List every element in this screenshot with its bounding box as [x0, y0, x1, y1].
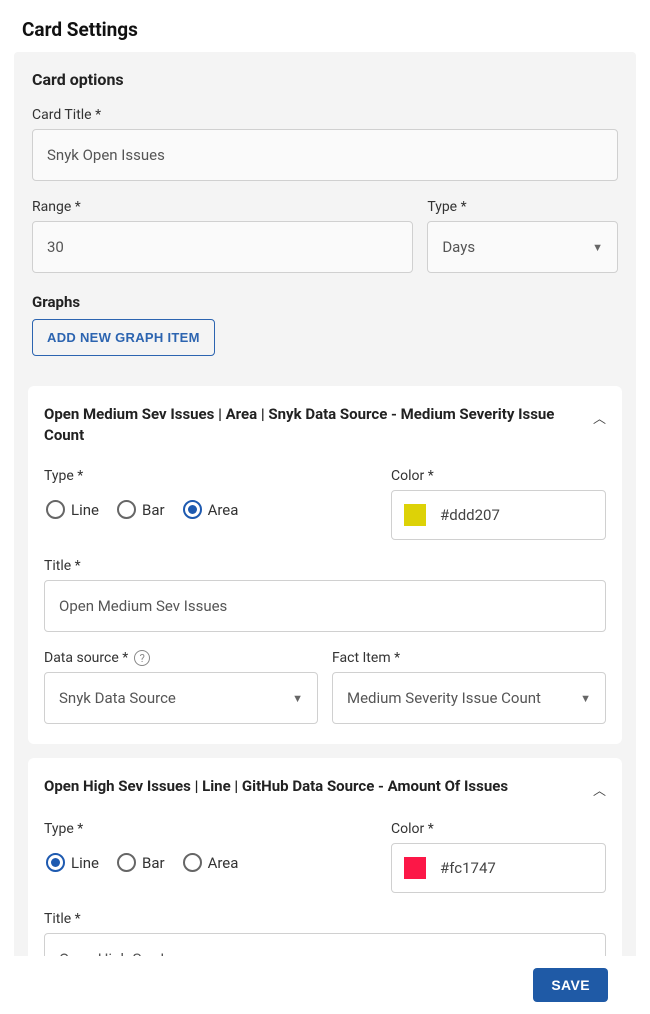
radio-bar-label: Bar: [142, 501, 165, 519]
datasource-value: Snyk Data Source: [59, 689, 176, 707]
radio-bar[interactable]: Bar: [117, 500, 165, 519]
graph-title-label: Title *: [44, 911, 606, 927]
collapse-icon[interactable]: ︿: [593, 780, 606, 799]
radio-line-label: Line: [71, 501, 99, 519]
radio-line-label: Line: [71, 854, 99, 872]
range-type-value: Days: [442, 238, 475, 256]
card-title-value: Snyk Open Issues: [47, 146, 165, 164]
type-label: Type *: [427, 199, 618, 215]
graph-type-label: Type *: [44, 821, 367, 837]
radio-bar-label: Bar: [142, 854, 165, 872]
radio-icon-checked: [46, 853, 65, 872]
graph-title-value: Open Medium Sev Issues: [59, 597, 227, 615]
page-title: Card Settings: [0, 0, 650, 55]
datasource-select[interactable]: Snyk Data Source ▼: [44, 672, 318, 724]
radio-icon: [46, 500, 65, 519]
radio-line[interactable]: Line: [46, 853, 99, 872]
graph-item-header: Open High Sev Issues | Line | GitHub Dat…: [44, 776, 583, 797]
factitem-label: Fact Item *: [332, 650, 606, 666]
scroll-area[interactable]: Card options Card Title * Snyk Open Issu…: [14, 52, 636, 956]
add-graph-item-button[interactable]: ADD NEW GRAPH ITEM: [32, 319, 215, 356]
color-value: #ddd207: [440, 506, 500, 524]
chevron-down-icon: ▼: [580, 692, 591, 705]
range-label: Range *: [32, 199, 413, 215]
color-label: Color *: [391, 468, 606, 484]
graph-title-input[interactable]: Open High Sev Issues: [44, 933, 606, 956]
range-input[interactable]: 30: [32, 221, 413, 273]
graphs-label: Graphs: [32, 293, 618, 311]
radio-area[interactable]: Area: [183, 500, 239, 519]
graph-item-panel: Open Medium Sev Issues | Area | Snyk Dat…: [28, 386, 622, 744]
help-icon[interactable]: ?: [134, 650, 150, 666]
radio-line[interactable]: Line: [46, 500, 99, 519]
chevron-down-icon: ▼: [292, 692, 303, 705]
range-type-select[interactable]: Days ▼: [427, 221, 618, 273]
card-title-label: Card Title *: [32, 107, 618, 123]
range-value: 30: [47, 238, 64, 256]
datasource-label: Data source * ?: [44, 650, 318, 666]
radio-area[interactable]: Area: [183, 853, 239, 872]
color-label: Color *: [391, 821, 606, 837]
chevron-down-icon: ▼: [592, 241, 603, 254]
graph-title-label: Title *: [44, 558, 606, 574]
factitem-value: Medium Severity Issue Count: [347, 689, 541, 707]
radio-bar[interactable]: Bar: [117, 853, 165, 872]
graph-type-label: Type *: [44, 468, 367, 484]
type-radio-group: Line Bar Area: [44, 490, 367, 519]
card-title-input[interactable]: Snyk Open Issues: [32, 129, 618, 181]
radio-icon: [117, 853, 136, 872]
graph-item-panel: Open High Sev Issues | Line | GitHub Dat…: [28, 758, 622, 956]
radio-icon: [183, 853, 202, 872]
type-radio-group: Line Bar Area: [44, 843, 367, 872]
radio-area-label: Area: [208, 501, 239, 519]
footer: SAVE: [0, 956, 650, 1014]
color-swatch: [404, 504, 426, 526]
color-swatch: [404, 857, 426, 879]
radio-icon-checked: [183, 500, 202, 519]
color-input[interactable]: #fc1747: [391, 843, 606, 893]
graph-title-input[interactable]: Open Medium Sev Issues: [44, 580, 606, 632]
factitem-select[interactable]: Medium Severity Issue Count ▼: [332, 672, 606, 724]
color-value: #fc1747: [440, 859, 496, 877]
radio-area-label: Area: [208, 854, 239, 872]
card-options-heading: Card options: [32, 70, 618, 89]
collapse-icon[interactable]: ︿: [593, 408, 606, 427]
radio-icon: [117, 500, 136, 519]
save-button[interactable]: SAVE: [533, 968, 608, 1002]
color-input[interactable]: #ddd207: [391, 490, 606, 540]
graph-item-header: Open Medium Sev Issues | Area | Snyk Dat…: [44, 404, 583, 446]
